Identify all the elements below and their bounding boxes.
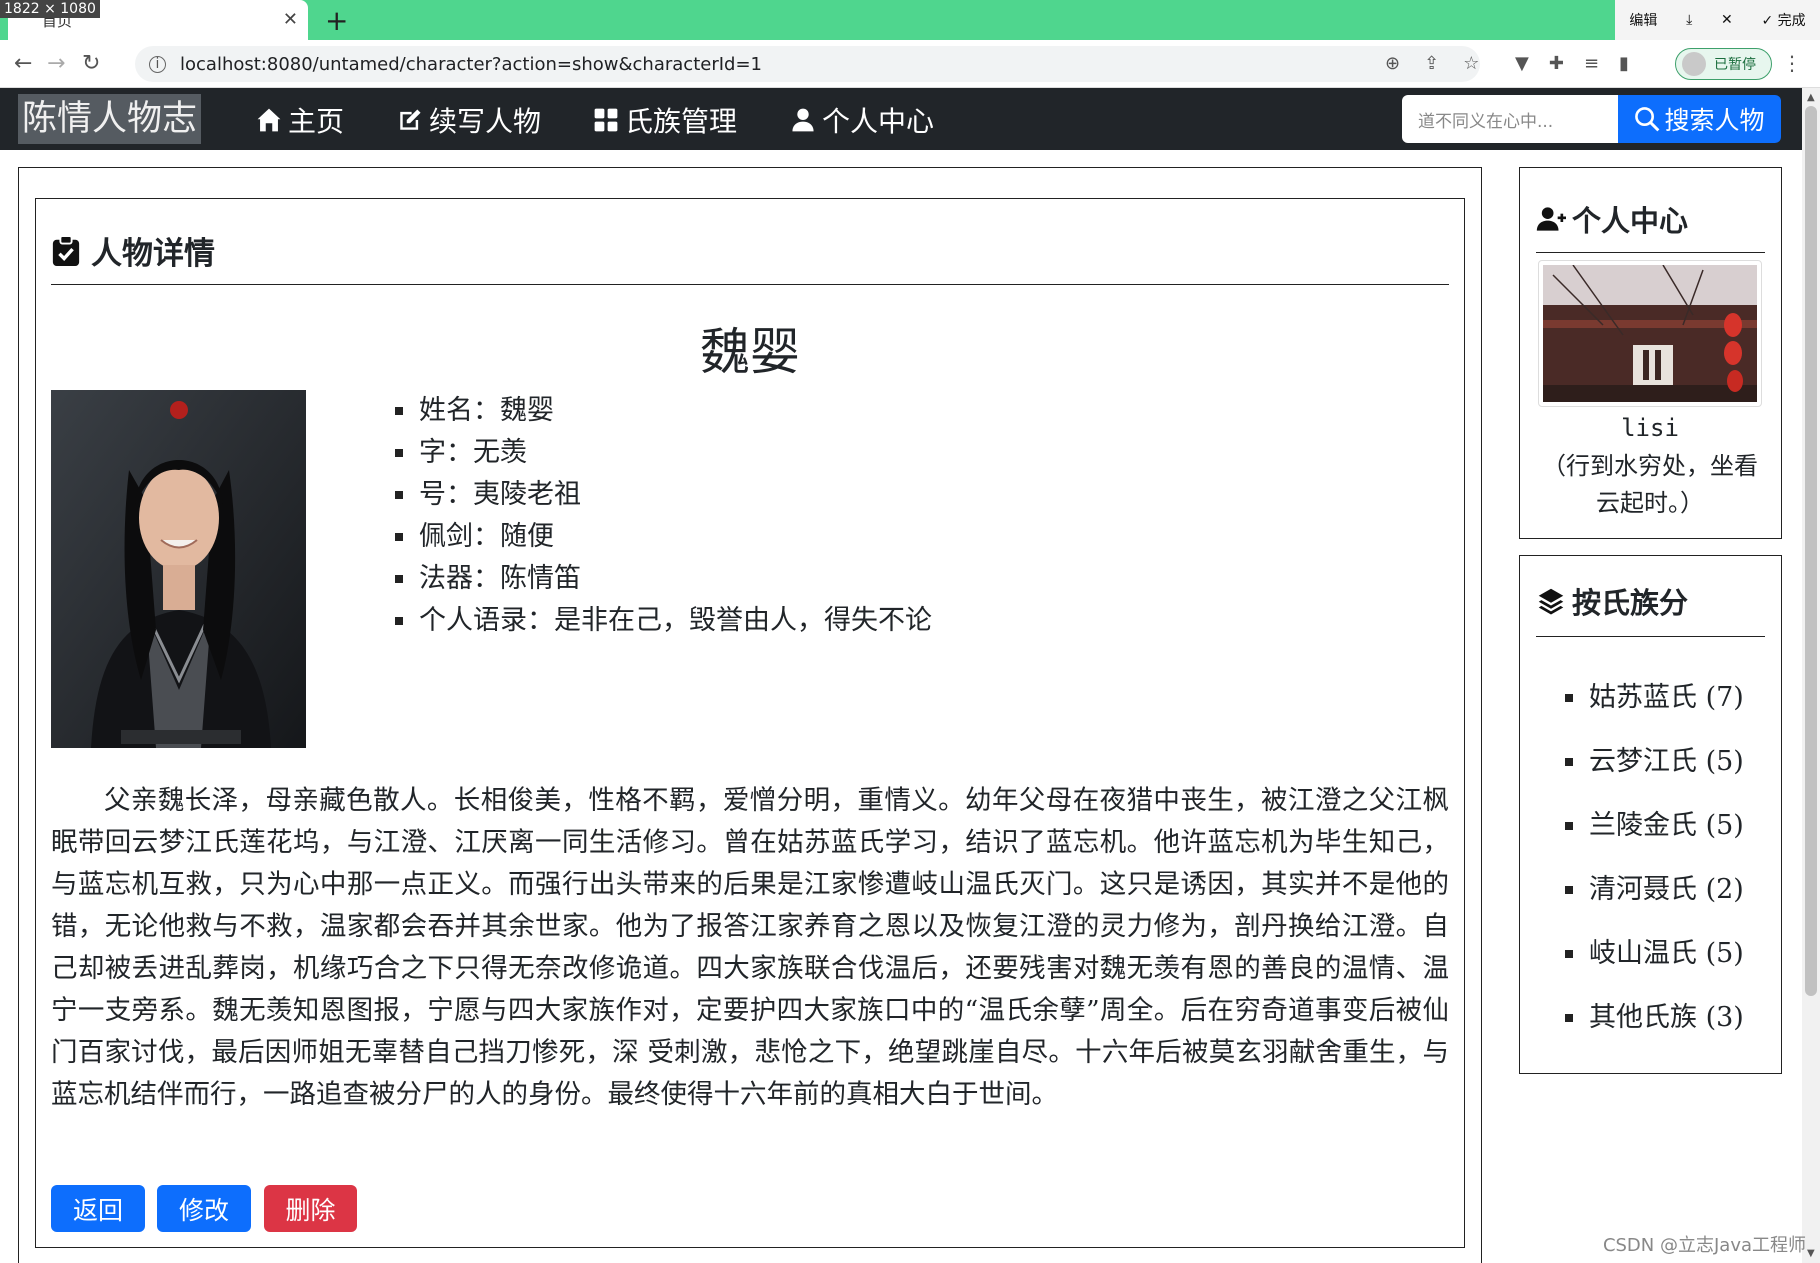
portrait-image [51,390,306,748]
new-tab-icon[interactable]: + [325,4,348,37]
clan-link-yunmeng-jiang[interactable]: 云梦江氏 (5) [1565,730,1744,794]
url-text: localhost:8080/untamed/character?action=… [180,53,762,75]
profile-card-title: 个人中心 [1572,204,1689,238]
address-bar: ← → ↻ i localhost:8080/untamed/character… [0,40,1820,88]
character-portrait [51,390,306,748]
forward-arrow-icon[interactable]: → [47,51,65,76]
info-courtesy-name: 字：无羡 [395,432,932,474]
tab-close-icon[interactable]: ✕ [283,9,298,30]
back-button[interactable]: 返回 [51,1185,145,1232]
delete-button[interactable]: 删除 [264,1185,357,1232]
vpn-extension-icon[interactable]: ▼ [1515,53,1529,74]
page-scrollbar[interactable]: ▲ ▼ [1802,88,1820,1263]
site-navbar: 陈情人物志 主页 续写人物 氏族管理 个人中心 道不同义在心中... 搜索人物 [0,88,1802,150]
nav-home[interactable]: 主页 [256,100,344,140]
back-arrow-icon[interactable]: ← [14,51,32,76]
nav-personal-center[interactable]: 个人中心 [790,100,934,140]
browser-menu-icon[interactable]: ⋮ [1782,51,1802,75]
profile-motto: （行到水穷处，坐看云起时。） [1542,452,1758,517]
media-list-icon[interactable]: ≡ [1584,53,1599,74]
profile-username: lisi [1621,414,1679,442]
zoom-icon[interactable]: ⊕ [1385,53,1400,74]
profile-card-divider [1536,252,1765,253]
scroll-up-icon[interactable]: ▲ [1807,92,1815,103]
clan-link-gusu-lan[interactable]: 姑苏蓝氏 (7) [1565,666,1744,730]
panel-heading: 人物详情 [51,228,215,273]
site-info-icon[interactable]: i [149,55,166,73]
grid-icon [594,108,618,132]
browser-tab-bar: 首页 ✕ 1822 × 1080 + 编辑 ⤓ ✕ ✓ 完成 [0,0,1820,40]
search-button[interactable]: 搜索人物 [1618,95,1781,143]
close-icon[interactable]: ✕ [1721,12,1733,28]
url-actions: ⊕ ⇪ ☆ [1385,53,1479,74]
clan-link-qishan-wen[interactable]: 岐山温氏 (5) [1565,922,1744,986]
search-input[interactable]: 道不同义在心中... [1402,95,1618,143]
person-plus-icon [1536,207,1566,231]
info-title: 号：夷陵老祖 [395,474,932,516]
share-icon[interactable]: ⇪ [1424,53,1439,74]
site-brand[interactable]: 陈情人物志 [18,94,202,144]
clan-card-heading: 按氏族分 [1536,580,1688,622]
layers-icon [1538,588,1564,615]
search-button-label: 搜索人物 [1664,106,1765,135]
info-sword: 佩剑：随便 [395,516,932,558]
profile-card: 个人中心 lisi （行到水穷处，坐看云起时。） [1519,167,1782,539]
done-button[interactable]: ✓ 完成 [1761,10,1805,30]
person-icon [792,108,814,132]
clan-card-title: 按氏族分 [1572,586,1689,620]
url-field[interactable]: i localhost:8080/untamed/character?actio… [135,46,1480,82]
heading-divider [51,284,1449,285]
clipboard-check-icon [52,234,80,266]
character-info-list: 姓名：魏婴 字：无羡 号：夷陵老祖 佩剑：随便 法器：陈情笛 个人语录：是非在己… [395,390,932,642]
character-biography: 父亲魏长泽，母亲藏色散人。长相俊美，性格不羁，爱憎分明，重情义。幼年父母在夜猎中… [51,785,1449,1110]
avatar [1682,52,1706,76]
clan-link-lanling-jin[interactable]: 兰陵金氏 (5) [1565,794,1744,858]
reload-icon[interactable]: ↻ [82,51,100,76]
search-icon [1635,107,1660,132]
scroll-thumb[interactable] [1805,106,1817,996]
profile-status: 已暂停 [1714,57,1756,73]
clan-link-qinghe-nie[interactable]: 清河聂氏 (2) [1565,858,1744,922]
house-icon [257,108,281,132]
dimensions-badge: 1822 × 1080 [0,0,100,18]
bookmark-star-icon[interactable]: ☆ [1463,53,1479,74]
nav-home-label: 主页 [288,105,345,138]
info-quote: 个人语录：是非在己，毁誉由人，得失不论 [395,600,932,642]
clan-list: 姑苏蓝氏 (7) 云梦江氏 (5) 兰陵金氏 (5) 清河聂氏 (2) 岐山温氏… [1565,666,1744,1050]
nav-clan-label: 氏族管理 [625,105,738,138]
edit-button[interactable]: 修改 [157,1185,251,1232]
clan-link-other[interactable]: 其他氏族 (3) [1565,986,1744,1050]
scroll-down-icon[interactable]: ▼ [1807,1248,1815,1259]
info-instrument: 法器：陈情笛 [395,558,932,600]
side-panel-icon[interactable]: ▮ [1619,53,1629,74]
profile-image [1543,264,1757,402]
window-actions: 编辑 ⤓ ✕ ✓ 完成 [1615,0,1820,40]
profile-card-heading: 个人中心 [1536,198,1688,240]
clan-filter-card: 按氏族分 姑苏蓝氏 (7) 云梦江氏 (5) 兰陵金氏 (5) 清河聂氏 (2)… [1519,555,1782,1074]
profile-picture [1538,260,1762,407]
nav-clan-management[interactable]: 氏族管理 [593,100,737,140]
edit-button[interactable]: 编辑 [1629,10,1657,30]
character-name: 魏婴 [700,323,800,381]
puzzle-extensions-icon[interactable]: ✚ [1549,53,1564,74]
done-label: 完成 [1777,13,1806,29]
nav-write-label: 续写人物 [429,105,542,138]
profile-button[interactable]: 已暂停 [1675,48,1772,80]
info-name: 姓名：魏婴 [395,390,932,432]
download-icon[interactable]: ⤓ [1686,12,1692,28]
clan-card-divider [1536,636,1765,637]
watermark: CSDN @立志Java工程师 [1602,1235,1806,1256]
pencil-square-icon [400,109,421,130]
nav-personal-label: 个人中心 [822,105,935,138]
nav-write-character[interactable]: 续写人物 [397,100,541,140]
extension-icons: ▼ ✚ ≡ ▮ [1515,53,1629,74]
panel-heading-text: 人物详情 [91,236,215,272]
